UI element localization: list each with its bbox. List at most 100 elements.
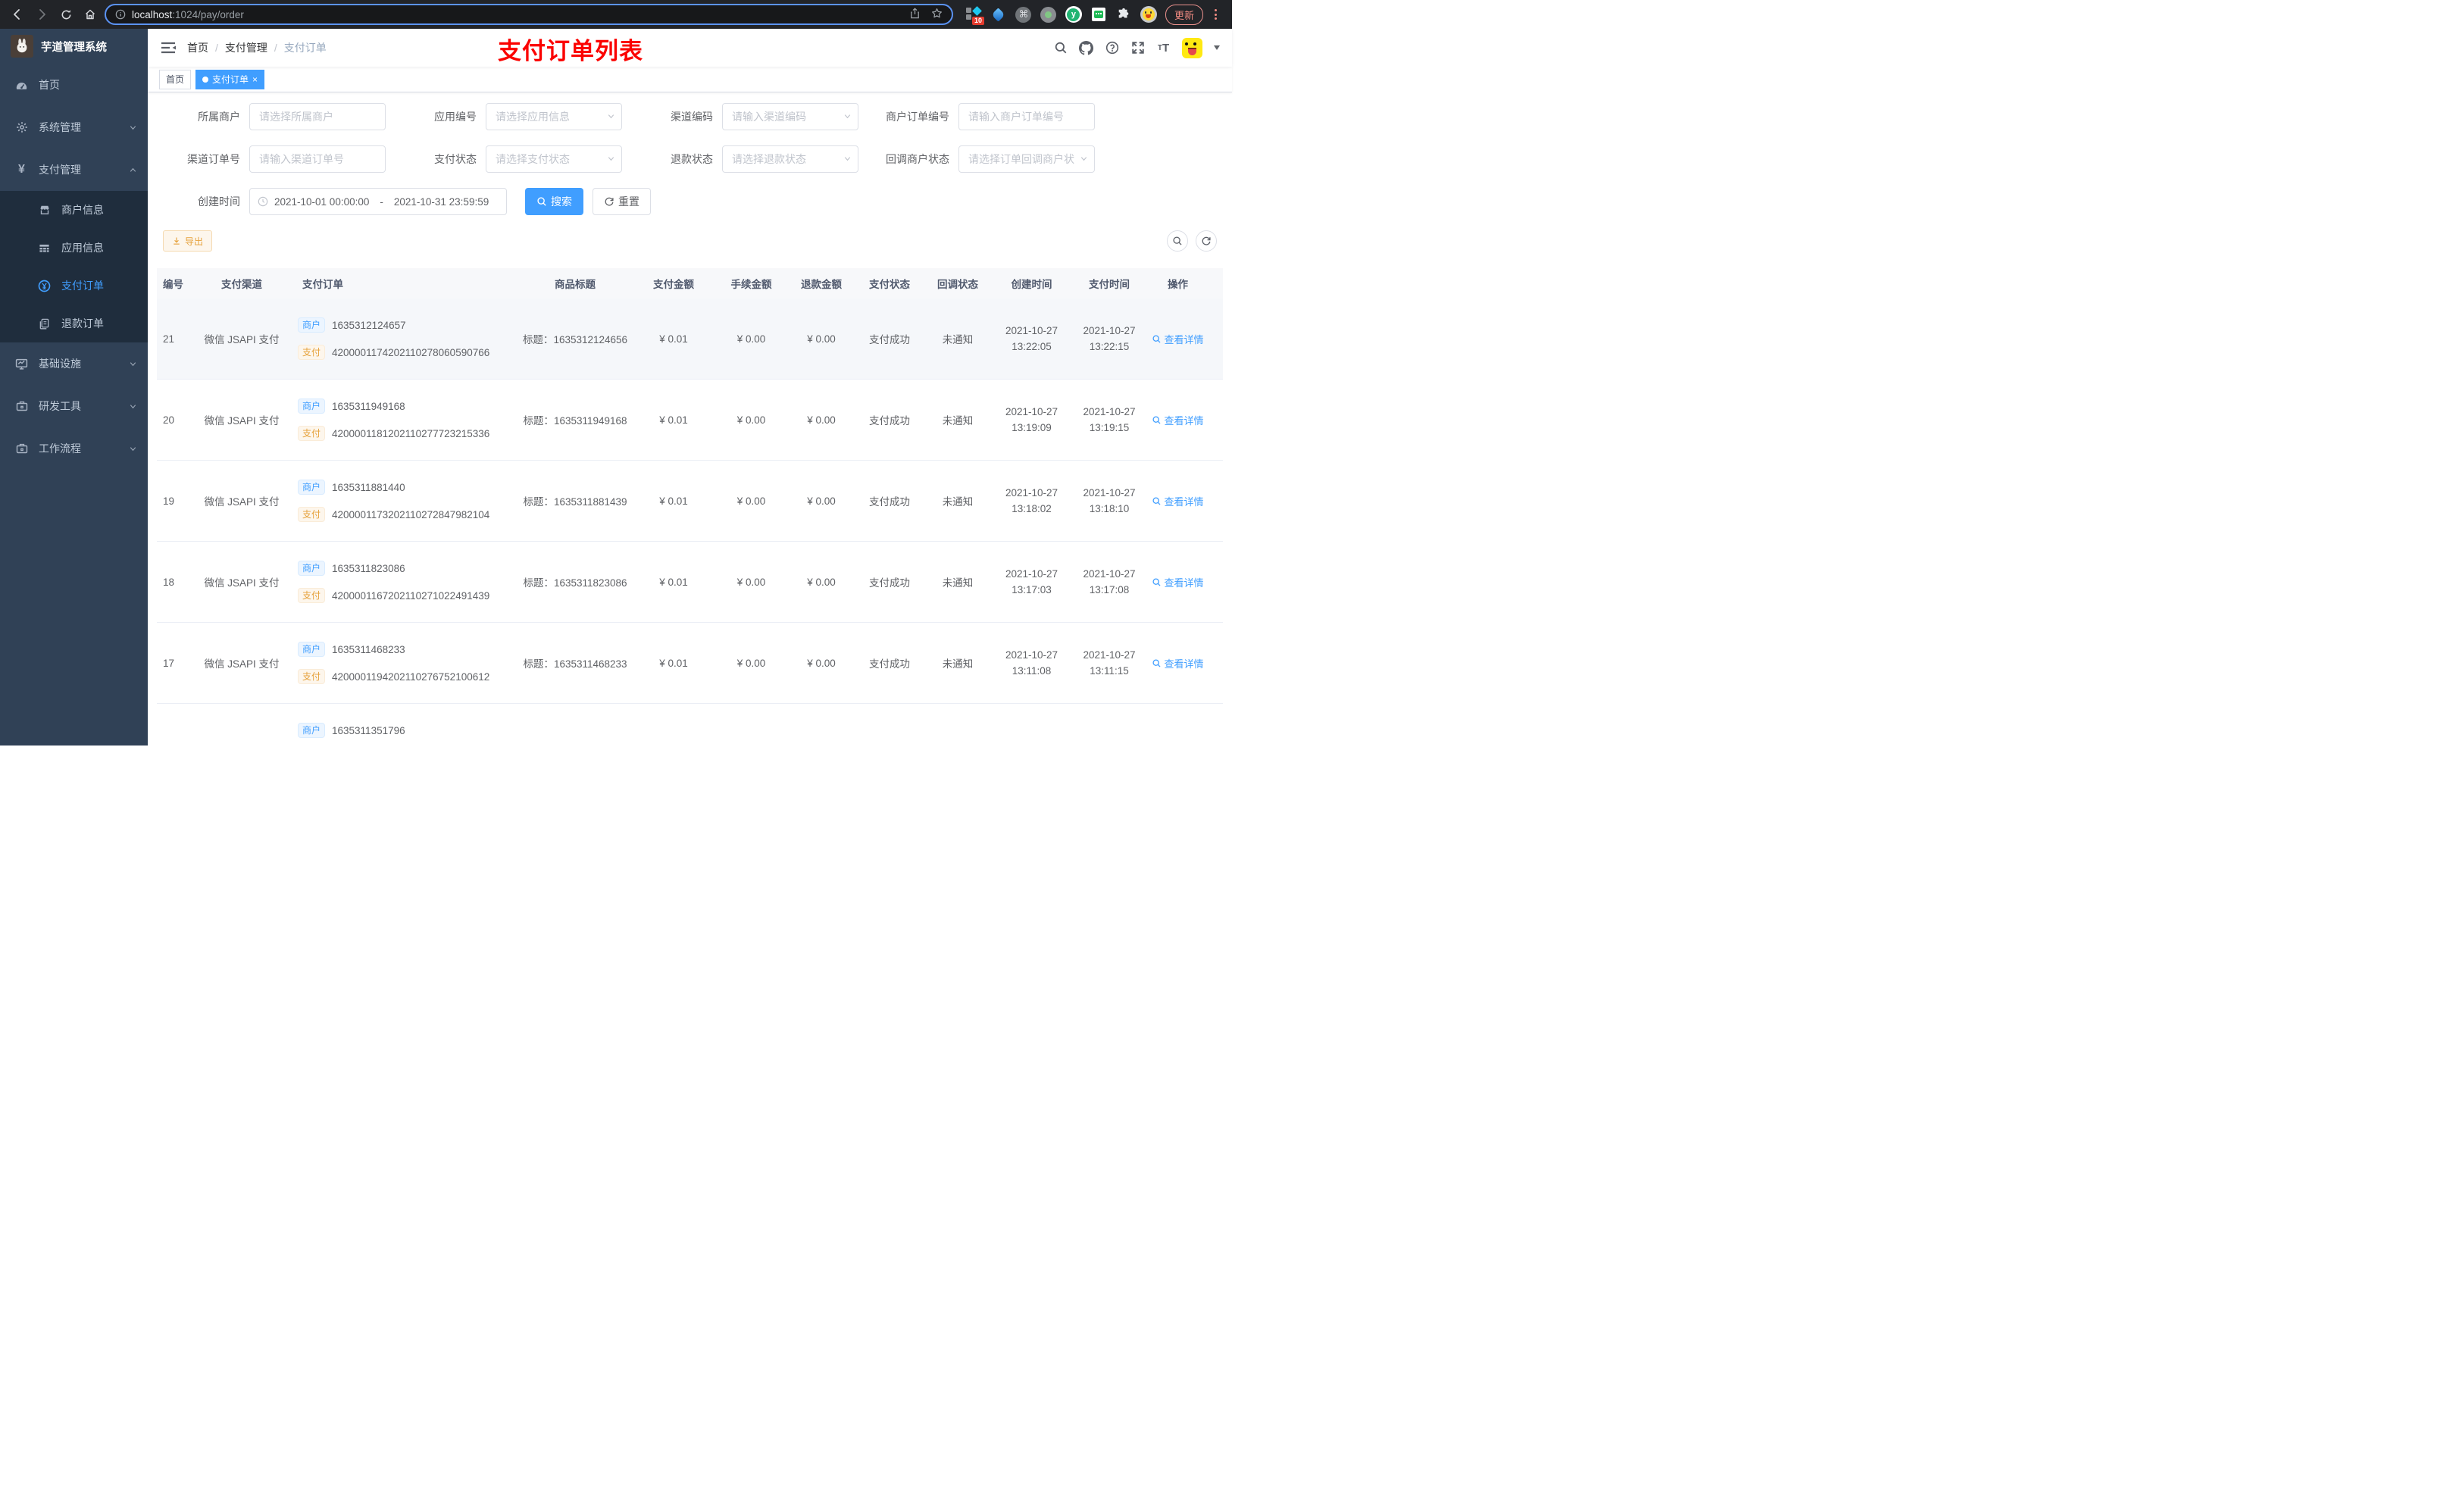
merchant-order-no: 1635311351796 (332, 724, 405, 736)
user-avatar[interactable] (1182, 37, 1202, 58)
help-icon[interactable] (1105, 41, 1119, 55)
sidebar-item-infrastructure[interactable]: 基础设施 (0, 342, 148, 385)
pay-tag: 支付 (298, 669, 326, 684)
extension-recorder-icon[interactable] (1040, 6, 1057, 23)
pay-order-line: 支付 4200001173202110272847982104 (298, 507, 515, 522)
browser-update-button[interactable]: 更新 (1165, 4, 1203, 25)
sidebar-item-workflow[interactable]: 工作流程 (0, 427, 148, 470)
extension-devtools-icon[interactable]: 10 (965, 6, 984, 25)
font-size-icon[interactable]: TT (1156, 41, 1171, 55)
sidebar-item-home[interactable]: 首页 (0, 64, 148, 106)
merchant-order-no-input[interactable] (958, 103, 1095, 130)
pay-time-cell: 2021-10-27 13:18:10 (1071, 485, 1147, 517)
pay-order-no: 4200001194202110276752100612 (332, 670, 490, 683)
channel-code-select[interactable] (722, 103, 858, 130)
callback-status-select[interactable] (958, 145, 1095, 173)
browser-back-icon[interactable] (8, 5, 27, 24)
sidebar-toggle-icon[interactable] (160, 40, 177, 55)
grid-icon (38, 242, 51, 255)
refund-status-select[interactable] (722, 145, 858, 173)
notify-status: 未通知 (942, 334, 974, 345)
filter-label: 回调商户状态 (886, 153, 949, 165)
sidebar-item-app-info[interactable]: 应用信息 (0, 229, 148, 267)
chevron-down-icon (130, 404, 136, 408)
fee-amount: ¥ 0.00 (736, 333, 766, 345)
tab-close-icon[interactable]: × (252, 75, 258, 84)
share-icon[interactable] (909, 8, 921, 21)
fullscreen-icon[interactable] (1130, 41, 1145, 55)
extension-y-icon[interactable]: y (1065, 6, 1082, 23)
pay-status: 支付成功 (869, 415, 910, 427)
extension-chat-icon[interactable] (1090, 6, 1107, 23)
filter-merchant-order-no: 商户订单编号 (872, 103, 1108, 130)
search-button[interactable]: 搜索 (525, 188, 583, 215)
toggle-search-button[interactable] (1167, 230, 1188, 252)
tab-pay-order[interactable]: 支付订单 × (195, 69, 265, 89)
breadcrumb-payment[interactable]: 支付管理 (225, 40, 267, 55)
address-bar[interactable]: localhost:1024/pay/order (105, 4, 953, 25)
create-date: 2021-10-27 (1005, 325, 1058, 336)
refresh-icon (605, 197, 614, 206)
merchant-tag: 商户 (298, 642, 326, 657)
profile-avatar-icon[interactable] (1140, 6, 1157, 23)
app-select[interactable] (486, 103, 622, 130)
title-prefix: 标题： (523, 577, 554, 589)
table-row: 19 微信 JSAPI 支付 商户 1635311881440 支付 42000… (157, 461, 1223, 542)
sidebar: 芋道管理系统 首页 系统管理 ¥ 支付管理 商户信息 应用信息 支付订单 退款订… (0, 29, 148, 746)
github-icon[interactable] (1079, 40, 1093, 55)
site-info-icon[interactable] (115, 9, 126, 20)
create-time-cell: 2021-10-27 13:17:03 (992, 566, 1071, 598)
col-header-order: 支付订单 (302, 279, 343, 290)
sidebar-item-dev-tools[interactable]: 研发工具 (0, 385, 148, 427)
pay-time: 13:18:10 (1089, 503, 1130, 514)
sidebar-item-label: 工作流程 (39, 442, 81, 455)
sidebar-item-refund-order[interactable]: 退款订单 (0, 305, 148, 342)
breadcrumb-home[interactable]: 首页 (187, 40, 208, 55)
view-detail-label: 查看详情 (1164, 577, 1204, 589)
date-range-picker[interactable]: 2021-10-01 00:00:00 - 2021-10-31 23:59:5… (249, 188, 507, 215)
view-detail-link[interactable]: 查看详情 (1152, 656, 1204, 670)
sidebar-item-pay-order[interactable]: 支付订单 (0, 267, 148, 305)
merchant-order-line: 商户 1635312124657 (298, 317, 515, 333)
browser-forward-icon[interactable] (32, 5, 52, 24)
pay-order-no: 4200001173202110272847982104 (332, 508, 490, 520)
view-detail-link[interactable]: 查看详情 (1152, 413, 1204, 427)
product-title-cell: 标题：1635311949168 (518, 412, 632, 427)
col-header-create-time: 创建时间 (1011, 279, 1052, 290)
reset-button[interactable]: 重置 (593, 188, 651, 215)
header-search-icon[interactable] (1053, 41, 1068, 55)
merchant-select[interactable] (249, 103, 386, 130)
filter-label: 应用编号 (434, 111, 477, 123)
extensions-puzzle-icon[interactable] (1115, 6, 1132, 23)
chevron-down-icon (130, 361, 136, 366)
bookmark-star-icon[interactable] (931, 8, 943, 21)
pay-status: 支付成功 (869, 496, 910, 508)
view-detail-link[interactable]: 查看详情 (1152, 332, 1204, 346)
sidebar-item-payment[interactable]: ¥ 支付管理 (0, 148, 148, 191)
filter-form: 所属商户 应用编号 渠道编码 商户订单编号 (163, 103, 1223, 215)
pay-channel: 微信 JSAPI 支付 (204, 577, 280, 589)
sidebar-item-system[interactable]: 系统管理 (0, 106, 148, 148)
export-button[interactable]: 导出 (163, 230, 213, 252)
pay-status: 支付成功 (869, 577, 910, 589)
channel-order-no-input[interactable] (249, 145, 386, 173)
browser-home-icon[interactable] (80, 5, 100, 24)
sidebar-item-merchant-info[interactable]: 商户信息 (0, 191, 148, 229)
avatar-caret-icon[interactable] (1214, 45, 1220, 50)
extension-command-icon[interactable]: ⌘ (1015, 6, 1032, 23)
tab-home[interactable]: 首页 (159, 69, 192, 89)
view-detail-link[interactable]: 查看详情 (1152, 494, 1204, 508)
merchant-tag: 商户 (298, 561, 326, 576)
pay-order-line: 支付 4200001167202110271022491439 (298, 588, 515, 603)
browser-reload-icon[interactable] (56, 5, 76, 24)
app-logo[interactable]: 芋道管理系统 (0, 29, 148, 64)
create-date: 2021-10-27 (1005, 649, 1058, 661)
browser-menu-icon[interactable] (1212, 9, 1220, 20)
yen-circle-icon (38, 280, 51, 292)
merchant-tag: 商户 (298, 480, 326, 495)
refresh-table-button[interactable] (1196, 230, 1217, 252)
extension-kite-icon[interactable] (990, 6, 1007, 23)
view-detail-link[interactable]: 查看详情 (1152, 575, 1204, 589)
pay-status-select[interactable] (486, 145, 622, 173)
pay-time-cell: 2021-10-27 13:19:15 (1071, 404, 1147, 436)
